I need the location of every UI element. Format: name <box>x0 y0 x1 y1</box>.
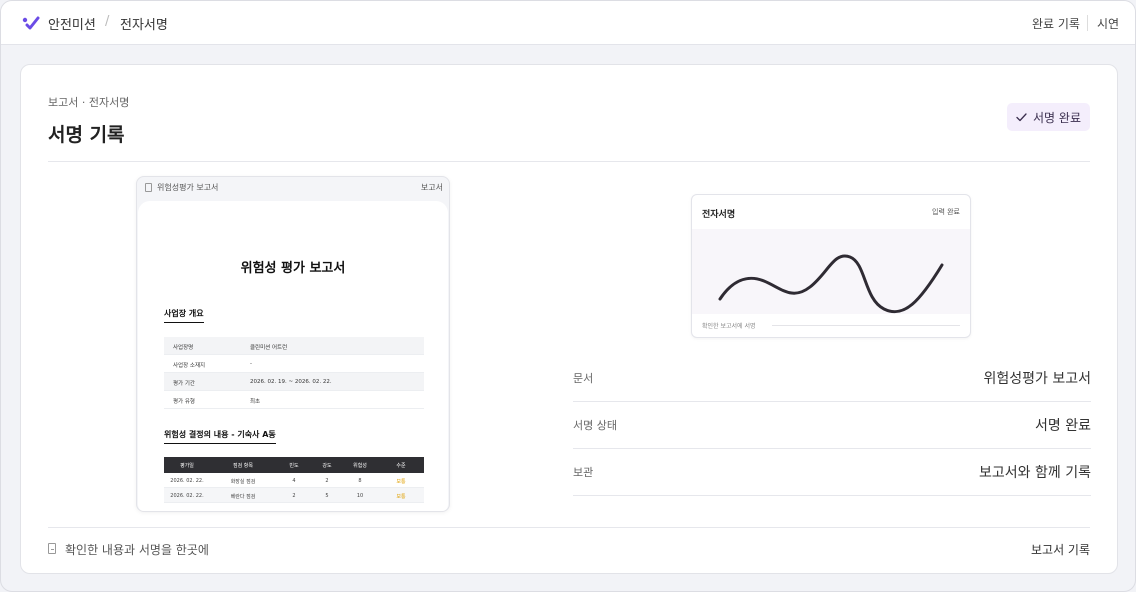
signature-caption: 확인한 보고서에 서명 <box>702 323 756 330</box>
column-header: 강도 <box>322 463 332 469</box>
nav-demo-link[interactable]: 시연 <box>1097 15 1119 32</box>
cell: 8 <box>358 478 362 484</box>
risk-level: 보통 <box>396 494 406 500</box>
report-preview[interactable]: 위험성평가 보고서 보고서 위험성 평가 보고서 사업장 개요 사업장명 클린미… <box>136 176 450 512</box>
status-badge: 서명 완료 <box>1007 103 1090 131</box>
detail-value: 서명 완료 <box>1035 418 1091 434</box>
row-key: 평가 유형 <box>173 399 195 405</box>
risk-table: 평가일 점검 항목 빈도 강도 위험성 수준 2026. 02. 22. 화장실… <box>164 457 424 503</box>
row-key: 사업장명 <box>173 345 194 351</box>
signature-title: 전자서명 <box>702 210 736 220</box>
cell: 베란다 점검 <box>230 494 256 500</box>
column-header: 빈도 <box>289 463 299 469</box>
cell: 10 <box>356 493 364 499</box>
cell: 2 <box>325 478 329 484</box>
table-row: 2026. 02. 22. 베란다 점검 2 5 10 보통 <box>164 488 424 503</box>
detail-label: 보관 <box>573 466 594 479</box>
row-value: - <box>250 361 252 367</box>
risk-level: 보통 <box>396 479 406 485</box>
table-row: 평가 기간 2026. 02. 19. ~ 2026. 02. 22. <box>164 373 424 391</box>
breadcrumb-separator: / <box>105 14 110 29</box>
section-title-risk: 위험성 결정의 내용 - 기숙사 A동 <box>164 429 276 444</box>
report-preview-header: 위험성평가 보고서 보고서 <box>145 182 443 196</box>
report-preview-title: 위험성평가 보고서 <box>157 183 219 192</box>
page-title: 서명 기록 <box>48 124 125 146</box>
signature-stroke <box>718 254 944 314</box>
nav-history-link[interactable]: 완료 기록 <box>1032 15 1080 32</box>
breadcrumb-app[interactable]: 안전미션 <box>48 14 96 33</box>
row-value: 2026. 02. 19. ~ 2026. 02. 22. <box>250 379 332 385</box>
table-header: 평가일 점검 항목 빈도 강도 위험성 수준 <box>164 457 424 473</box>
signature-box: 전자서명 입력 완료 확인한 보고서에 서명 <box>691 194 971 338</box>
column-header: 위험성 <box>353 463 367 469</box>
document-icon <box>145 183 152 192</box>
breadcrumb-page: 전자서명 <box>120 18 168 33</box>
detail-row-status: 서명 상태 서명 완료 <box>573 402 1091 449</box>
report-preview-type: 보고서 <box>420 183 443 192</box>
divider <box>48 161 1090 162</box>
document-icon <box>48 543 56 554</box>
detail-value: 보고서와 함께 기록 <box>979 465 1091 481</box>
logo-icon <box>22 16 40 30</box>
app-window: 안전미션 / 전자서명 완료 기록 시연 보고서 · 전자서명 서명 기록 서명… <box>0 0 1136 592</box>
table-row: 사업장 소재지 - <box>164 355 424 373</box>
divider <box>48 527 1090 528</box>
column-header: 평가일 <box>180 463 194 469</box>
overview-table: 사업장명 클린미션 어트런 사업장 소재지 - 평가 기간 2026. 02. … <box>164 337 424 409</box>
row-key: 평가 기간 <box>173 381 195 387</box>
cell: 2026. 02. 22. <box>170 493 204 499</box>
details-list: 문서 위험성평가 보고서 서명 상태 서명 완료 보관 보고서와 함께 기록 <box>573 355 1091 496</box>
column-header: 점검 항목 <box>233 463 253 469</box>
detail-row-storage: 보관 보고서와 함께 기록 <box>573 449 1091 496</box>
column-header: 수준 <box>396 463 406 469</box>
report-title: 위험성 평가 보고서 <box>240 261 346 276</box>
row-value: 최초 <box>250 399 261 405</box>
cell: 2 <box>292 493 296 499</box>
cell: 4 <box>292 478 296 484</box>
check-icon <box>1016 112 1027 121</box>
table-row: 2026. 02. 22. 화장실 점검 4 2 8 보통 <box>164 473 424 488</box>
status-badge-label: 서명 완료 <box>1033 110 1081 125</box>
detail-label: 서명 상태 <box>573 419 617 432</box>
top-bar: 안전미션 / 전자서명 완료 기록 시연 <box>1 1 1135 45</box>
row-value: 클린미션 어트런 <box>250 345 288 351</box>
cell: 화장실 점검 <box>230 479 256 485</box>
table-row: 사업장명 클린미션 어트런 <box>164 337 424 355</box>
row-key: 사업장 소재지 <box>173 363 206 369</box>
card-breadcrumb: 보고서 · 전자서명 <box>48 96 130 109</box>
report-page: 위험성 평가 보고서 사업장 개요 사업장명 클린미션 어트런 사업장 소재지 … <box>138 201 448 511</box>
footer-text: 확인한 내용과 서명을 한곳에 <box>65 543 209 557</box>
section-title-overview: 사업장 개요 <box>164 308 204 323</box>
signature-record-card: 보고서 · 전자서명 서명 기록 서명 완료 위험성평가 보고서 보고서 위험성… <box>20 64 1118 574</box>
report-record-link[interactable]: 보고서 기록 <box>1031 541 1090 558</box>
signature-status: 입력 완료 <box>932 208 960 216</box>
signature-baseline <box>772 325 960 326</box>
detail-label: 문서 <box>573 372 594 385</box>
nav-divider <box>1087 15 1088 31</box>
cell: 2026. 02. 22. <box>170 478 204 484</box>
detail-row-document: 문서 위험성평가 보고서 <box>573 355 1091 402</box>
table-row: 평가 유형 최초 <box>164 391 424 409</box>
cell: 5 <box>325 493 329 499</box>
detail-value: 위험성평가 보고서 <box>983 371 1092 387</box>
